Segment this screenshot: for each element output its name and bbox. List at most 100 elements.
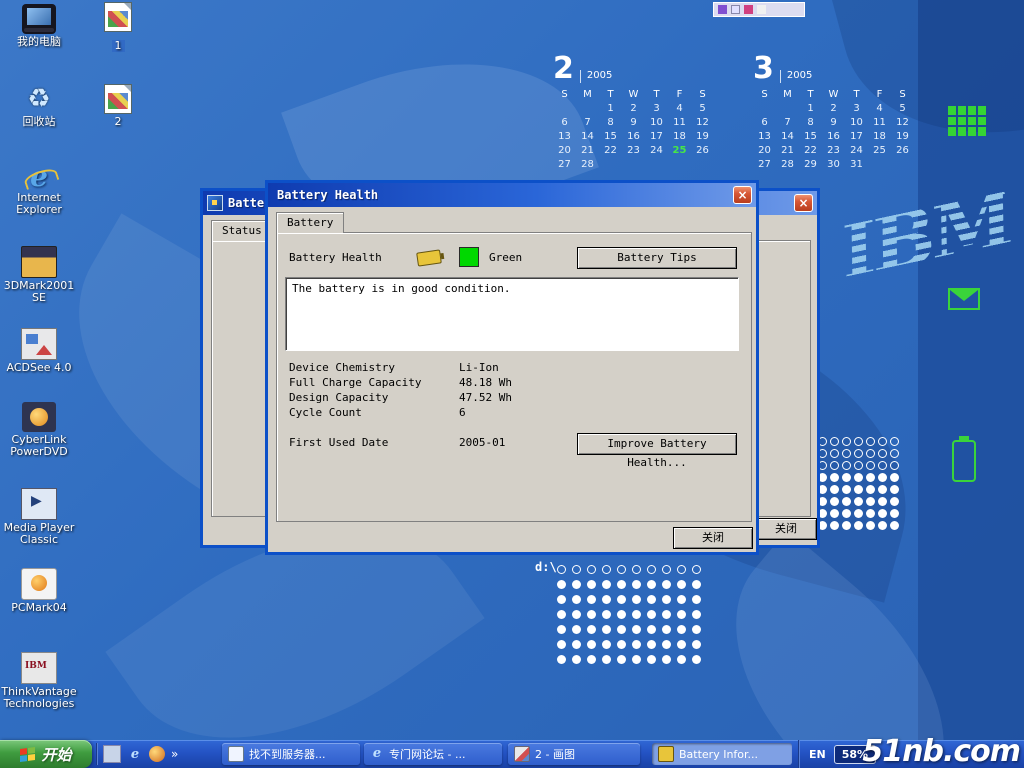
wallpaper-dot [572, 640, 581, 649]
battery-tab-pane: Battery Health Green Battery Tips The ba… [276, 232, 752, 522]
jpg-file-icon [104, 84, 132, 114]
calendar-day: 7 [576, 117, 599, 131]
close-button-cn[interactable]: 关闭 [755, 518, 817, 540]
tab-battery[interactable]: Battery [276, 212, 344, 233]
recycle-bin-icon [22, 84, 56, 114]
language-indicator[interactable]: EN [809, 748, 826, 761]
icon-label: 3DMark2001 SE [0, 280, 78, 304]
taskbar-item-battery-information[interactable]: Battery Infor... [652, 743, 792, 765]
battery-tips-button[interactable]: Battery Tips [577, 247, 737, 269]
desktop-icon-internet-explorer[interactable]: Internet Explorer [0, 160, 78, 216]
calendar-day: 15 [599, 131, 622, 145]
icon-label: Media Player Classic [0, 522, 78, 546]
wallpaper-dot [602, 610, 611, 619]
field-label: Design Capacity [289, 391, 388, 404]
field-label: Device Chemistry [289, 361, 395, 374]
desktop-icon-powerdvd[interactable]: CyberLink PowerDVD [0, 402, 78, 458]
drive-label: d:\ [535, 560, 557, 574]
wallpaper-dot [647, 595, 656, 604]
wallpaper-dot [854, 485, 863, 494]
wallpaper-dot [677, 610, 686, 619]
icon-label: PCMark04 [0, 602, 78, 614]
calendar-day [622, 159, 645, 173]
wallpaper-dot [662, 625, 671, 634]
taskbar-item-paint[interactable]: 2 - 画图 [508, 743, 640, 765]
calendar-day: 16 [622, 131, 645, 145]
quicklaunch-ie-icon[interactable]: e [127, 746, 143, 762]
desktop-icon-acdsee[interactable]: ACDSee 4.0 [0, 328, 78, 374]
quicklaunch-media-icon[interactable] [149, 746, 165, 762]
wallpaper-dot [890, 437, 899, 446]
wallpaper-dot [866, 509, 875, 518]
task-label: 2 - 画图 [535, 746, 575, 762]
calendar-day: 1 [799, 103, 822, 117]
wallpaper-dot [830, 461, 839, 470]
desktop-icon-thinkvantage[interactable]: ThinkVantage Technologies [0, 652, 78, 710]
calendar-weekday: T [645, 89, 668, 103]
wallpaper-dot [557, 655, 566, 664]
calendar-day: 6 [753, 117, 776, 131]
wallpaper-dot [677, 625, 686, 634]
calendar-day: 14 [576, 131, 599, 145]
icon-label: 回收站 [0, 116, 78, 128]
3dmark-icon [21, 246, 57, 278]
pcmark04-icon [21, 568, 57, 600]
improve-battery-health-button[interactable]: Improve Battery Health... [577, 433, 737, 455]
calendar-day: 25 [668, 145, 691, 159]
calendar-day [691, 159, 714, 173]
wallpaper-dot [878, 509, 887, 518]
wallpaper-dot [557, 610, 566, 619]
calendar-day: 9 [622, 117, 645, 131]
field-value: Li-Ion [459, 361, 499, 374]
wallpaper-dot [677, 580, 686, 589]
calendar-month: 2 [553, 55, 574, 83]
start-button[interactable]: 开始 [0, 740, 92, 768]
calendar-day [891, 159, 914, 173]
quick-launch: e » [96, 743, 178, 765]
wallpaper-dot [557, 625, 566, 634]
calendar-day: 5 [891, 103, 914, 117]
wallpaper-dot [617, 655, 626, 664]
wallpaper-dot [866, 437, 875, 446]
calendar-weekday: M [776, 89, 799, 103]
wallpaper-dot [854, 509, 863, 518]
close-icon[interactable]: × [733, 186, 752, 204]
icon-label: ACDSee 4.0 [0, 362, 78, 374]
taskbar-item-forum[interactable]: e 专门网论坛 - ... [364, 743, 502, 765]
wallpaper-dot [830, 521, 839, 530]
wallpaper-dot [632, 610, 641, 619]
calendar-day: 4 [868, 103, 891, 117]
show-desktop-icon[interactable] [103, 745, 121, 763]
desktop-file-jpg-2[interactable]: 2 [96, 84, 140, 128]
close-icon[interactable]: × [794, 194, 813, 212]
chevron-expand-icon[interactable]: » [171, 747, 178, 761]
wallpaper-dot [662, 595, 671, 604]
wallpaper-dot [866, 485, 875, 494]
wallpaper-dot [587, 595, 596, 604]
close-button-cn[interactable]: 关闭 [673, 527, 753, 549]
taskbar-item-server-not-found[interactable]: 找不到服务器... [222, 743, 360, 765]
wallpaper-dot [587, 580, 596, 589]
desktop-icon-recycle-bin[interactable]: 回收站 [0, 84, 78, 128]
desktop-icon-my-computer[interactable]: 我的电脑 [0, 4, 78, 48]
calendar-weekday: S [891, 89, 914, 103]
desktop-icon-3dmark2001[interactable]: 3DMark2001 SE [0, 246, 78, 304]
wallpaper-dot [878, 473, 887, 482]
wallpaper-dot [587, 565, 596, 574]
calendar-day: 3 [845, 103, 868, 117]
desktop-icon-media-player-classic[interactable]: Media Player Classic [0, 488, 78, 546]
wallpaper-dot [890, 449, 899, 458]
calendar-weekday: M [576, 89, 599, 103]
tab-status[interactable]: Status [211, 220, 273, 241]
wallpaper-dot [617, 595, 626, 604]
calendar-march: 3 2005 SMTWTFS12345678910111213141516171… [753, 55, 914, 173]
dialog-titlebar[interactable]: Battery Health × [268, 183, 756, 207]
desktop-icon-pcmark04[interactable]: PCMark04 [0, 568, 78, 614]
wallpaper-dot [557, 640, 566, 649]
wallpaper-dot [878, 437, 887, 446]
calendar-day [645, 159, 668, 173]
paint-icon [514, 746, 530, 762]
wallpaper-dot [572, 565, 581, 574]
desktop-file-jpg-1[interactable]: 1 [96, 2, 140, 53]
wallpaper-tray-glyph [731, 5, 740, 14]
